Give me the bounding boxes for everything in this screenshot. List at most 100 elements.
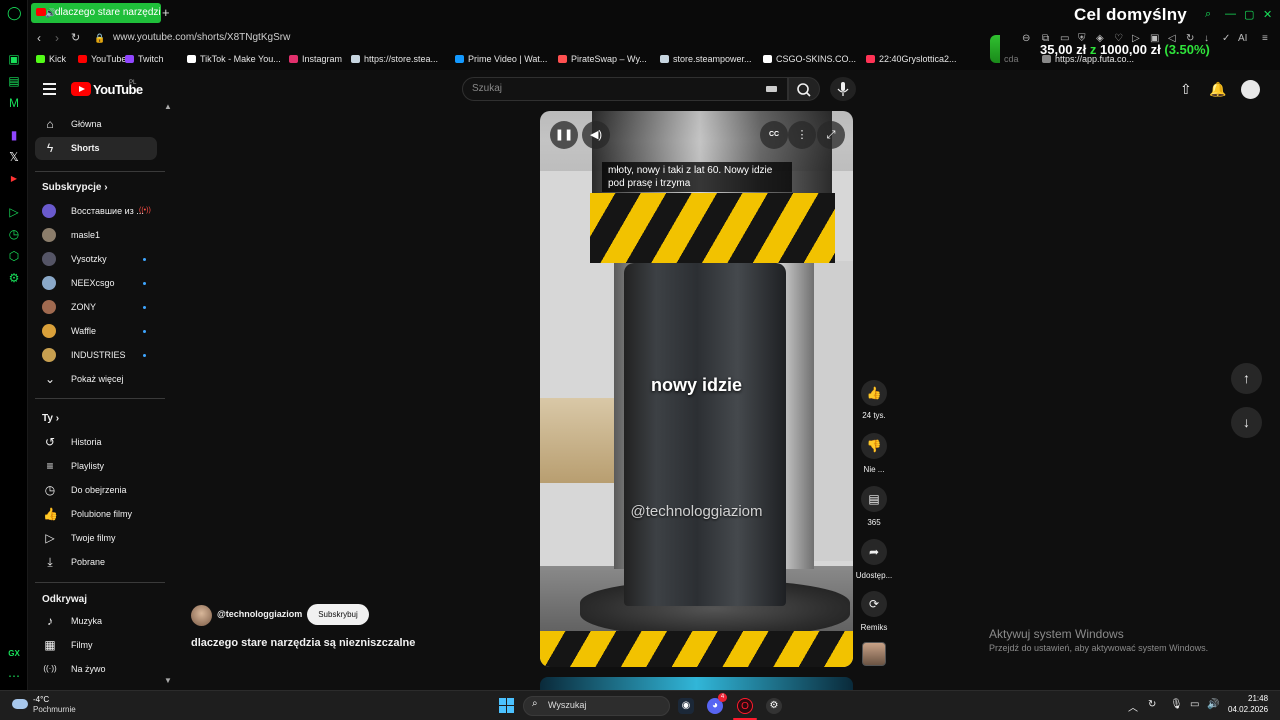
sidebar-item-you[interactable]: ◷ Do obejrzenia xyxy=(35,479,157,502)
twitch-sidebar-icon[interactable]: ▮ xyxy=(7,128,21,142)
notifications-bell-icon[interactable]: 🔔 xyxy=(1209,81,1226,98)
sidebar-item-you[interactable]: ▷ Twoje filmy xyxy=(35,527,157,550)
steam-taskbar-icon[interactable]: ◉ xyxy=(678,698,694,714)
scroll-up-icon[interactable]: ▲ xyxy=(164,102,172,111)
clock-date[interactable]: 04.02.2026 xyxy=(1228,705,1268,714)
sidebar-item-you[interactable]: 👍 Polubione filmy xyxy=(35,503,157,526)
bookmark-item[interactable]: Instagram xyxy=(289,54,342,64)
fullscreen-button[interactable]: ⤢ xyxy=(817,121,845,149)
captions-button[interactable]: CC xyxy=(760,121,788,149)
opera-gx-taskbar-icon[interactable]: O xyxy=(737,698,753,714)
menu-icon[interactable]: ≡ xyxy=(1262,33,1268,44)
subscription-item[interactable]: Vysotzky xyxy=(35,248,157,271)
upload-icon[interactable]: ⇧ xyxy=(1180,81,1192,98)
bookmark-item[interactable]: cda xyxy=(1004,54,1019,64)
maximize-icon[interactable]: ▢ xyxy=(1244,8,1254,21)
tray-sync-icon[interactable]: ↻ xyxy=(1148,699,1156,710)
keyboard-icon[interactable] xyxy=(766,86,777,92)
dislike-button[interactable]: 👎 xyxy=(861,433,887,459)
remix-button[interactable]: ⟳ xyxy=(861,591,887,617)
taskbar-search-input[interactable] xyxy=(523,696,670,716)
app-taskbar-icon[interactable]: ⚙ xyxy=(766,698,782,714)
bookmark-item[interactable]: https://store.stea... xyxy=(351,54,438,64)
zoom-out-icon[interactable]: ⊖ xyxy=(1022,33,1030,44)
history-sidebar-icon[interactable]: ◷ xyxy=(7,227,21,241)
sidebar-item-explore[interactable]: ((·)) Na żywo xyxy=(35,658,157,681)
bookmark-item[interactable]: Prime Video | Wat... xyxy=(455,54,547,64)
next-short-button[interactable]: ↓ xyxy=(1231,407,1262,438)
tray-mic-icon[interactable]: 🎙 xyxy=(1170,699,1183,710)
video-title[interactable]: dlaczego stare narzędzia są niezniszczal… xyxy=(191,637,415,649)
bookmark-item[interactable]: PirateSwap – Wy... xyxy=(558,54,647,64)
reload-icon[interactable]: ↻ xyxy=(71,31,80,44)
youtube-sidebar-icon[interactable]: ▶ xyxy=(7,172,21,186)
player-sidebar-icon[interactable]: ▷ xyxy=(7,205,21,219)
you-heading[interactable]: Ty › xyxy=(42,413,59,424)
subscriptions-heading[interactable]: Subskrypcje › xyxy=(42,182,108,193)
sidebar-item-you[interactable]: ⤓ Pobrane xyxy=(35,551,157,574)
tab-active[interactable]: 🔊 dlaczego stare narzędzi xyxy=(31,3,161,23)
extensions-sidebar-icon[interactable]: ⬡ xyxy=(7,249,21,263)
ai-icon[interactable]: AI xyxy=(1238,33,1247,44)
account-avatar[interactable] xyxy=(1241,80,1260,99)
sidebar-item-home[interactable]: ⌂ Główna xyxy=(35,113,157,136)
comments-button[interactable]: ▤ xyxy=(861,486,887,512)
bookmark-item[interactable]: Twitch xyxy=(125,54,164,64)
cloud-icon[interactable] xyxy=(12,699,28,709)
channel-name[interactable]: @technologgiaziom xyxy=(217,609,302,619)
sidebar-item-you[interactable]: ↺ Historia xyxy=(35,431,157,454)
new-tab-button[interactable]: + xyxy=(162,3,176,23)
bookmark-item[interactable]: TikTok - Make You... xyxy=(187,54,281,64)
show-more-button[interactable]: ⌄ Pokaż więcej xyxy=(35,368,157,391)
more-options-button[interactable]: ⋮ xyxy=(788,121,816,149)
windows-start-icon[interactable] xyxy=(499,698,515,714)
opera-gx-logo-icon[interactable]: ◯ xyxy=(7,6,22,20)
subscription-item[interactable]: INDUSTRIES xyxy=(35,344,157,367)
explore-heading[interactable]: Odkrywaj xyxy=(42,594,87,605)
like-button[interactable]: 👍 xyxy=(861,380,887,406)
pause-button[interactable]: ❚❚ xyxy=(550,121,578,149)
gx-messenger-icon[interactable]: M xyxy=(7,96,21,110)
pin-icon[interactable]: ✓ xyxy=(1222,33,1230,44)
youtube-logo-icon[interactable] xyxy=(71,82,91,96)
subscription-item[interactable]: NEEXcsgo xyxy=(35,272,157,295)
menu-hamburger-icon[interactable] xyxy=(43,83,56,98)
subscription-item[interactable]: Waffle xyxy=(35,320,157,343)
more-sidebar-icon[interactable]: ⋯ xyxy=(7,669,21,683)
bookmark-item[interactable]: store.steampower... xyxy=(660,54,752,64)
settings-sidebar-icon[interactable]: ⚙ xyxy=(7,271,21,285)
shorts-video-player[interactable]: ❚❚ ◀) CC ⋮ ⤢ młoty, nowy i taki z lat 60… xyxy=(540,111,853,667)
sidebar-item-you[interactable]: ≡ Playlisty xyxy=(35,455,157,478)
subscription-item[interactable]: ZONY xyxy=(35,296,157,319)
tray-network-icon[interactable]: ▭ xyxy=(1190,699,1199,710)
voice-search-button[interactable] xyxy=(830,77,856,101)
search-tab-icon[interactable]: ⌕ xyxy=(1205,8,1211,21)
weather-temperature[interactable]: -4°C xyxy=(33,695,49,704)
tray-overflow-icon[interactable]: ︿ xyxy=(1128,699,1138,714)
sound-thumbnail[interactable] xyxy=(862,642,886,666)
sidebar-item-explore[interactable]: ▦ Filmy xyxy=(35,634,157,657)
subscription-item[interactable]: Восставшие из ... ((•)) xyxy=(35,200,157,223)
clock-time[interactable]: 21:48 xyxy=(1248,694,1268,703)
gx-corner-icon[interactable]: ▤ xyxy=(7,74,21,88)
forward-icon[interactable]: › xyxy=(55,31,59,45)
bookmark-item[interactable]: 22:40Gryslottica2... xyxy=(866,54,957,64)
minimize-icon[interactable]: — xyxy=(1225,8,1236,20)
gx-control-icon[interactable]: ▣ xyxy=(7,52,21,66)
scroll-down-icon[interactable]: ▼ xyxy=(164,676,172,685)
close-icon[interactable]: ✕ xyxy=(1263,8,1272,21)
subscription-item[interactable]: masle1 xyxy=(35,224,157,247)
back-icon[interactable]: ‹ xyxy=(37,31,41,45)
share-button[interactable]: ➦ xyxy=(861,539,887,565)
search-input[interactable] xyxy=(462,77,788,101)
sidebar-item-shorts[interactable]: ϟ Shorts xyxy=(35,137,157,160)
sidebar-item-explore[interactable]: ♪ Muzyka xyxy=(35,610,157,633)
subscribe-button[interactable]: Subskrybuj xyxy=(307,604,369,625)
bookmark-item[interactable]: CSGO-SKINS.CO... xyxy=(763,54,856,64)
weather-description[interactable]: Pochmurnie xyxy=(33,705,76,714)
speaker-icon[interactable]: 🔊 xyxy=(45,3,56,23)
x-sidebar-icon[interactable]: 𝕏 xyxy=(7,150,21,164)
tray-volume-icon[interactable]: 🔊 xyxy=(1207,699,1219,710)
bookmark-item[interactable]: Kick xyxy=(36,54,66,64)
url-field[interactable]: www.youtube.com/shorts/X8TNgtKgSrw xyxy=(113,32,290,43)
